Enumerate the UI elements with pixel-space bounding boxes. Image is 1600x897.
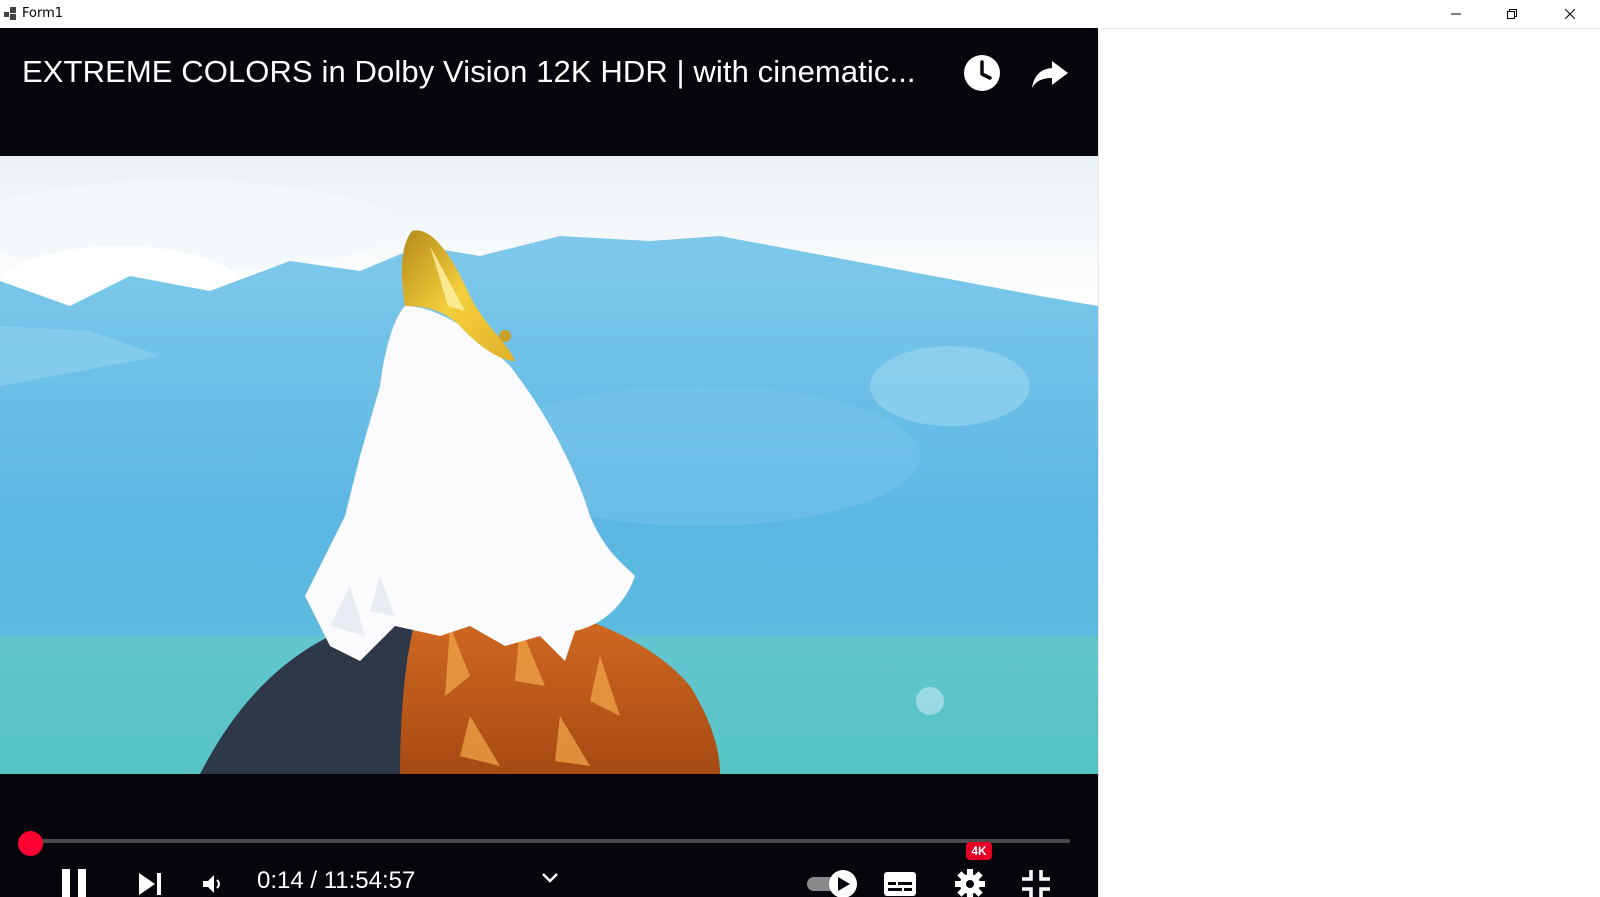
next-button[interactable] — [135, 866, 165, 897]
side-panel — [1098, 28, 1600, 897]
chevron-down-icon — [542, 873, 558, 883]
subtitles-icon — [884, 872, 916, 896]
pause-button[interactable] — [58, 866, 90, 897]
settings-button[interactable] — [953, 866, 987, 897]
close-button[interactable] — [1542, 0, 1598, 28]
progress-scrubber[interactable] — [18, 831, 43, 856]
app-icon — [4, 7, 16, 20]
quality-badge: 4K — [966, 842, 992, 860]
time-display: 0:14 / 11:54:57 — [257, 867, 416, 894]
autoplay-toggle[interactable] — [805, 866, 859, 897]
share-icon[interactable] — [1030, 53, 1070, 93]
close-icon — [1565, 9, 1575, 19]
player-top-bar: EXTREME COLORS in Dolby Vision 12K HDR |… — [0, 28, 1098, 156]
settings-icon — [955, 869, 985, 897]
volume-icon — [203, 875, 220, 893]
restore-button[interactable] — [1484, 0, 1540, 28]
window-titlebar: Form1 — [0, 0, 1600, 28]
volume-button[interactable] — [200, 866, 226, 897]
video-player[interactable]: EXTREME COLORS in Dolby Vision 12K HDR |… — [0, 28, 1098, 897]
subtitles-button[interactable] — [883, 866, 917, 897]
window-title: Form1 — [22, 6, 64, 21]
minimize-button[interactable] — [1428, 0, 1484, 28]
autoplay-toggle-icon — [807, 870, 857, 897]
minimize-icon — [1451, 13, 1461, 15]
player-controls: 0:14 / 11:54:57 — [0, 774, 1098, 897]
progress-bar[interactable] — [30, 839, 1070, 843]
watch-later-icon[interactable] — [962, 53, 1002, 93]
pause-icon — [62, 869, 86, 897]
exit-fullscreen-button[interactable] — [1020, 866, 1052, 897]
restore-icon — [1507, 9, 1517, 19]
chapters-dropdown-button[interactable] — [538, 860, 562, 896]
next-icon — [139, 873, 161, 895]
video-image — [0, 156, 1098, 774]
video-frame[interactable] — [0, 156, 1098, 774]
video-title[interactable]: EXTREME COLORS in Dolby Vision 12K HDR |… — [22, 54, 952, 90]
exit-fullscreen-icon — [1022, 870, 1050, 897]
